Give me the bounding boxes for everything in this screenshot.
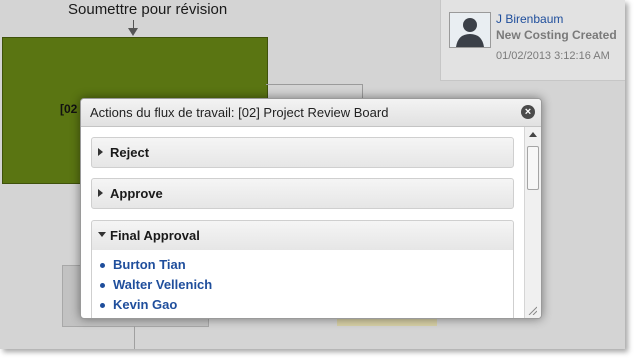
scroll-up-icon[interactable] — [529, 132, 537, 137]
user-avatar-icon — [450, 13, 490, 47]
workflow-actions-dialog: Actions du flux de travail: [02] Project… — [80, 98, 542, 319]
approver-link[interactable]: Burton Tian — [98, 257, 212, 277]
workflow-step-label: [02 — [60, 102, 78, 116]
caret-down-icon — [98, 232, 106, 237]
history-user-link[interactable]: J Birenbaum — [496, 12, 563, 26]
history-action: New Costing Created — [496, 28, 617, 42]
dialog-body: Reject Approve Final Approval Burton Tia… — [81, 127, 541, 318]
history-timestamp: 01/02/2013 3:12:16 AM — [496, 50, 610, 62]
submit-for-review-label: Soumettre pour révision — [68, 1, 228, 18]
close-icon[interactable]: × — [521, 105, 535, 119]
section-label: Final Approval — [110, 228, 200, 243]
dialog-header[interactable]: Actions du flux de travail: [02] Project… — [81, 99, 541, 127]
section-approve[interactable]: Approve — [91, 178, 514, 209]
workflow-step-box-yellow[interactable] — [337, 318, 437, 326]
history-panel: J Birenbaum New Costing Created 01/02/20… — [440, 0, 625, 81]
vertical-scrollbar[interactable] — [524, 127, 541, 318]
dialog-title: Actions du flux de travail: [02] Project… — [90, 105, 389, 120]
final-approval-content: Burton Tian Walter Vellenich Kevin Gao — [91, 250, 514, 318]
approver-link[interactable]: Kevin Gao — [98, 297, 212, 317]
scroll-thumb[interactable] — [527, 146, 539, 190]
section-label: Reject — [110, 145, 150, 160]
caret-right-icon — [98, 189, 103, 197]
section-final-approval[interactable]: Final Approval — [91, 220, 514, 251]
workflow-step-outline — [266, 84, 363, 99]
section-reject[interactable]: Reject — [91, 137, 514, 168]
section-label: Approve — [110, 186, 163, 201]
caret-right-icon — [98, 148, 103, 156]
flow-connector-bottom — [134, 326, 135, 349]
arrow-down-icon — [128, 28, 138, 36]
approver-list: Burton Tian Walter Vellenich Kevin Gao — [98, 257, 212, 317]
avatar — [449, 12, 491, 48]
resize-grip-icon[interactable] — [527, 305, 537, 315]
approver-link[interactable]: Walter Vellenich — [98, 277, 212, 297]
